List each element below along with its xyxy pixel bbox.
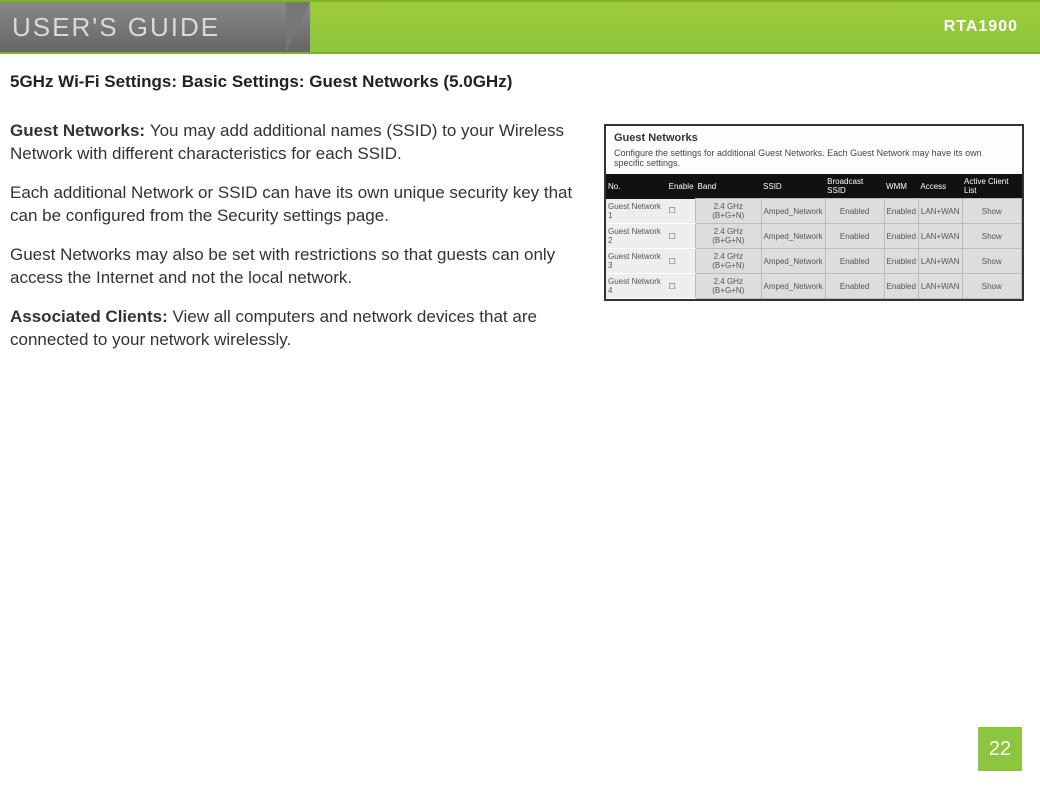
model-label: RTA1900 — [944, 18, 1018, 36]
header-left: USER'S GUIDE — [0, 2, 310, 52]
cell-enable[interactable]: ☐ — [667, 199, 696, 224]
header-bar: USER'S GUIDE RTA1900 — [0, 0, 1040, 54]
cell-enable[interactable]: ☐ — [667, 224, 696, 249]
table-row: Guest Network 1 ☐ 2.4 GHz (B+G+N) Amped_… — [606, 199, 1022, 224]
cell-ssid[interactable]: Amped_Network — [761, 199, 825, 224]
cell-access[interactable]: LAN+WAN — [918, 199, 962, 224]
cell-bssid[interactable]: Enabled — [825, 249, 884, 274]
cell-wmm[interactable]: Enabled — [884, 224, 918, 249]
paragraph-associated-clients: Associated Clients: View all computers a… — [10, 306, 990, 352]
cell-acl[interactable]: Show — [962, 249, 1022, 274]
cell-acl[interactable]: Show — [962, 199, 1022, 224]
cell-band[interactable]: 2.4 GHz (B+G+N) — [696, 249, 761, 274]
cell-bssid[interactable]: Enabled — [825, 224, 884, 249]
inset-screenshot: Guest Networks Configure the settings fo… — [604, 124, 1024, 301]
page-number-badge: 22 — [978, 727, 1022, 771]
cell-acl[interactable]: Show — [962, 224, 1022, 249]
cell-no: Guest Network 2 — [606, 224, 667, 249]
cell-band[interactable]: 2.4 GHz (B+G+N) — [696, 224, 761, 249]
col-acl: Active Client List — [962, 174, 1022, 199]
cell-ssid[interactable]: Amped_Network — [761, 274, 825, 299]
col-no: No. — [606, 174, 667, 199]
p2-body: Each additional Network or SSID can have… — [10, 183, 572, 225]
cell-ssid[interactable]: Amped_Network — [761, 224, 825, 249]
content-area: 5GHz Wi-Fi Settings: Basic Settings: Gue… — [0, 54, 1040, 378]
cell-enable[interactable]: ☐ — [667, 249, 696, 274]
cell-band[interactable]: 2.4 GHz (B+G+N) — [696, 199, 761, 224]
page-title: 5GHz Wi-Fi Settings: Basic Settings: Gue… — [10, 72, 1030, 92]
col-band: Band — [696, 174, 761, 199]
table-row: Guest Network 2 ☐ 2.4 GHz (B+G+N) Amped_… — [606, 224, 1022, 249]
cell-access[interactable]: LAN+WAN — [918, 224, 962, 249]
cell-wmm[interactable]: Enabled — [884, 249, 918, 274]
inset-table: No. Enable Band SSID Broadcast SSID WMM … — [606, 174, 1022, 299]
p1-lead: Guest Networks: — [10, 121, 150, 140]
col-ssid: SSID — [761, 174, 825, 199]
col-wmm: WMM — [884, 174, 918, 199]
cell-bssid[interactable]: Enabled — [825, 274, 884, 299]
cell-wmm[interactable]: Enabled — [884, 274, 918, 299]
cell-access[interactable]: LAN+WAN — [918, 249, 962, 274]
cell-no: Guest Network 4 — [606, 274, 667, 299]
cell-band[interactable]: 2.4 GHz (B+G+N) — [696, 274, 761, 299]
p4-lead: Associated Clients: — [10, 307, 173, 326]
inset-heading: Guest Networks — [606, 126, 1022, 148]
table-row: Guest Network 4 ☐ 2.4 GHz (B+G+N) Amped_… — [606, 274, 1022, 299]
guide-title: USER'S GUIDE — [12, 12, 220, 43]
cell-bssid[interactable]: Enabled — [825, 199, 884, 224]
p3-body: Guest Networks may also be set with rest… — [10, 245, 555, 287]
col-access: Access — [918, 174, 962, 199]
cell-no: Guest Network 3 — [606, 249, 667, 274]
table-row: Guest Network 3 ☐ 2.4 GHz (B+G+N) Amped_… — [606, 249, 1022, 274]
col-enable: Enable — [667, 174, 696, 199]
cell-wmm[interactable]: Enabled — [884, 199, 918, 224]
cell-access[interactable]: LAN+WAN — [918, 274, 962, 299]
inset-subheading: Configure the settings for additional Gu… — [606, 148, 1022, 174]
cell-acl[interactable]: Show — [962, 274, 1022, 299]
cell-enable[interactable]: ☐ — [667, 274, 696, 299]
cell-ssid[interactable]: Amped_Network — [761, 249, 825, 274]
cell-no: Guest Network 1 — [606, 199, 667, 224]
col-bssid: Broadcast SSID — [825, 174, 884, 199]
header-right: RTA1900 — [310, 2, 1040, 52]
